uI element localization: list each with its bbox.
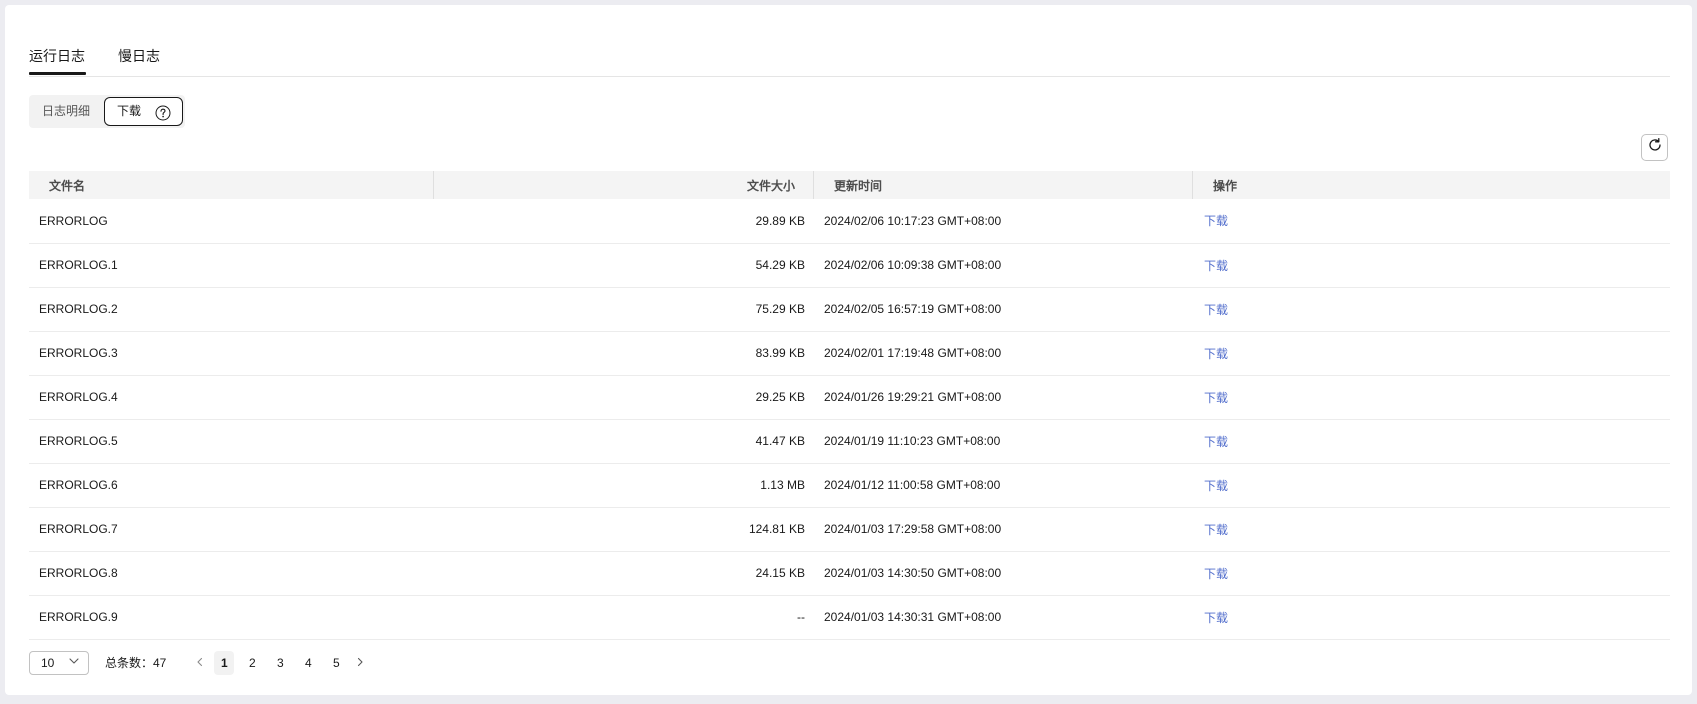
total-count: 总条数：47 bbox=[105, 656, 167, 670]
cell-filename: ERRORLOG bbox=[39, 213, 108, 228]
page-3-button[interactable]: 3 bbox=[270, 651, 290, 675]
chevron-left-icon bbox=[195, 656, 205, 670]
download-link[interactable]: 下载 bbox=[1204, 391, 1228, 405]
cell-filesize: 1.13 MB bbox=[760, 478, 805, 492]
cell-update-time: 2024/01/03 14:30:50 GMT+08:00 bbox=[824, 566, 1002, 580]
download-link[interactable]: 下载 bbox=[1204, 611, 1228, 625]
cell-filename: ERRORLOG.4 bbox=[39, 390, 118, 404]
table-header-row: 文件名 文件大小 更新时间 操作 bbox=[29, 171, 1670, 199]
segment-download[interactable]: 下载 bbox=[104, 97, 184, 126]
download-link[interactable]: 下载 bbox=[1204, 347, 1228, 361]
cell-filesize: -- bbox=[797, 610, 805, 624]
cell-update-time: 2024/01/19 11:10:23 GMT+08:00 bbox=[824, 434, 1001, 448]
log-panel: 运行日志 慢日志 日志明细 下载 文件名 文件大小 更新时间 操作 ERRORL… bbox=[5, 5, 1692, 695]
page-size-select[interactable]: 10 bbox=[29, 650, 89, 675]
segment-download-label: 下载 bbox=[117, 104, 142, 118]
tab-run-log[interactable]: 运行日志 bbox=[29, 46, 85, 66]
download-link[interactable]: 下载 bbox=[1204, 214, 1228, 228]
prev-page-button[interactable] bbox=[190, 651, 210, 675]
cell-filesize: 75.29 KB bbox=[755, 302, 805, 316]
pagination: 10 总条数：47 1 2 3 4 5 bbox=[29, 650, 370, 675]
page-2-button[interactable]: 2 bbox=[242, 651, 262, 675]
chevron-right-icon bbox=[355, 656, 365, 670]
download-link[interactable]: 下载 bbox=[1204, 303, 1228, 317]
log-file-table: 文件名 文件大小 更新时间 操作 ERRORLOG 29.89 KB 2024/… bbox=[29, 171, 1670, 640]
cell-filesize: 29.89 KB bbox=[755, 213, 805, 228]
cell-filename: ERRORLOG.2 bbox=[39, 302, 118, 316]
cell-filename: ERRORLOG.5 bbox=[39, 434, 118, 448]
column-header-update-time: 更新时间 bbox=[814, 171, 1193, 199]
table-row: ERRORLOG.6 1.13 MB 2024/01/12 11:00:58 G… bbox=[29, 463, 1670, 507]
table-row: ERRORLOG.7 124.81 KB 2024/01/03 17:29:58… bbox=[29, 507, 1670, 551]
download-link[interactable]: 下载 bbox=[1204, 567, 1228, 581]
cell-filename: ERRORLOG.9 bbox=[39, 610, 118, 624]
cell-update-time: 2024/02/06 10:17:23 GMT+08:00 bbox=[824, 213, 1002, 228]
column-header-filename: 文件名 bbox=[29, 171, 434, 199]
download-link[interactable]: 下载 bbox=[1204, 435, 1228, 449]
refresh-button[interactable] bbox=[1641, 134, 1668, 161]
cell-update-time: 2024/02/06 10:09:38 GMT+08:00 bbox=[824, 258, 1002, 272]
page-4-button[interactable]: 4 bbox=[298, 651, 318, 675]
chevron-down-icon bbox=[68, 655, 80, 670]
cell-update-time: 2024/01/03 17:29:58 GMT+08:00 bbox=[824, 522, 1002, 536]
cell-filename: ERRORLOG.8 bbox=[39, 566, 118, 580]
cell-update-time: 2024/01/12 11:00:58 GMT+08:00 bbox=[824, 478, 1001, 492]
cell-update-time: 2024/02/05 16:57:19 GMT+08:00 bbox=[824, 302, 1002, 316]
cell-filename: ERRORLOG.7 bbox=[39, 522, 118, 536]
view-mode-switch: 日志明细 下载 bbox=[29, 95, 186, 128]
table-row: ERRORLOG.3 83.99 KB 2024/02/01 17:19:48 … bbox=[29, 331, 1670, 375]
download-link[interactable]: 下载 bbox=[1204, 523, 1228, 537]
page-5-button[interactable]: 5 bbox=[326, 651, 346, 675]
column-header-actions: 操作 bbox=[1213, 178, 1238, 193]
download-link[interactable]: 下载 bbox=[1204, 479, 1228, 493]
active-tab-indicator bbox=[29, 72, 86, 75]
log-type-tabs: 运行日志 慢日志 bbox=[29, 36, 1670, 77]
cell-filename: ERRORLOG.1 bbox=[39, 258, 118, 272]
page-1-button[interactable]: 1 bbox=[214, 650, 235, 675]
next-page-button[interactable] bbox=[350, 651, 370, 675]
table-row: ERRORLOG.2 75.29 KB 2024/02/05 16:57:19 … bbox=[29, 287, 1670, 331]
cell-filename: ERRORLOG.3 bbox=[39, 346, 118, 360]
cell-filename: ERRORLOG.6 bbox=[39, 478, 118, 492]
cell-filesize: 41.47 KB bbox=[755, 434, 805, 448]
cell-filesize: 24.15 KB bbox=[755, 566, 805, 580]
cell-filesize: 83.99 KB bbox=[755, 346, 805, 360]
table-row: ERRORLOG.9 -- 2024/01/03 14:30:31 GMT+08… bbox=[29, 595, 1670, 639]
cell-update-time: 2024/01/03 14:30:31 GMT+08:00 bbox=[824, 610, 1002, 624]
table-row: ERRORLOG.8 24.15 KB 2024/01/03 14:30:50 … bbox=[29, 551, 1670, 595]
segment-log-detail[interactable]: 日志明细 bbox=[29, 98, 103, 125]
cell-update-time: 2024/02/01 17:19:48 GMT+08:00 bbox=[824, 346, 1002, 360]
page-size-value: 10 bbox=[41, 655, 55, 670]
table-row: ERRORLOG.5 41.47 KB 2024/01/19 11:10:23 … bbox=[29, 419, 1670, 463]
cell-filesize: 124.81 KB bbox=[748, 522, 805, 536]
tab-slow-log[interactable]: 慢日志 bbox=[118, 46, 160, 66]
help-circle-icon[interactable] bbox=[155, 104, 171, 120]
table-row: ERRORLOG.1 54.29 KB 2024/02/06 10:09:38 … bbox=[29, 243, 1670, 287]
table-row: ERRORLOG.4 29.25 KB 2024/01/26 19:29:21 … bbox=[29, 375, 1670, 419]
column-header-filesize: 文件大小 bbox=[434, 171, 814, 199]
download-link[interactable]: 下载 bbox=[1204, 259, 1228, 273]
refresh-icon bbox=[1647, 137, 1663, 158]
table-row: ERRORLOG 29.89 KB 2024/02/06 10:17:23 GM… bbox=[29, 199, 1670, 243]
cell-update-time: 2024/01/26 19:29:21 GMT+08:00 bbox=[824, 390, 1002, 404]
cell-filesize: 29.25 KB bbox=[755, 390, 805, 404]
cell-filesize: 54.29 KB bbox=[755, 258, 805, 272]
